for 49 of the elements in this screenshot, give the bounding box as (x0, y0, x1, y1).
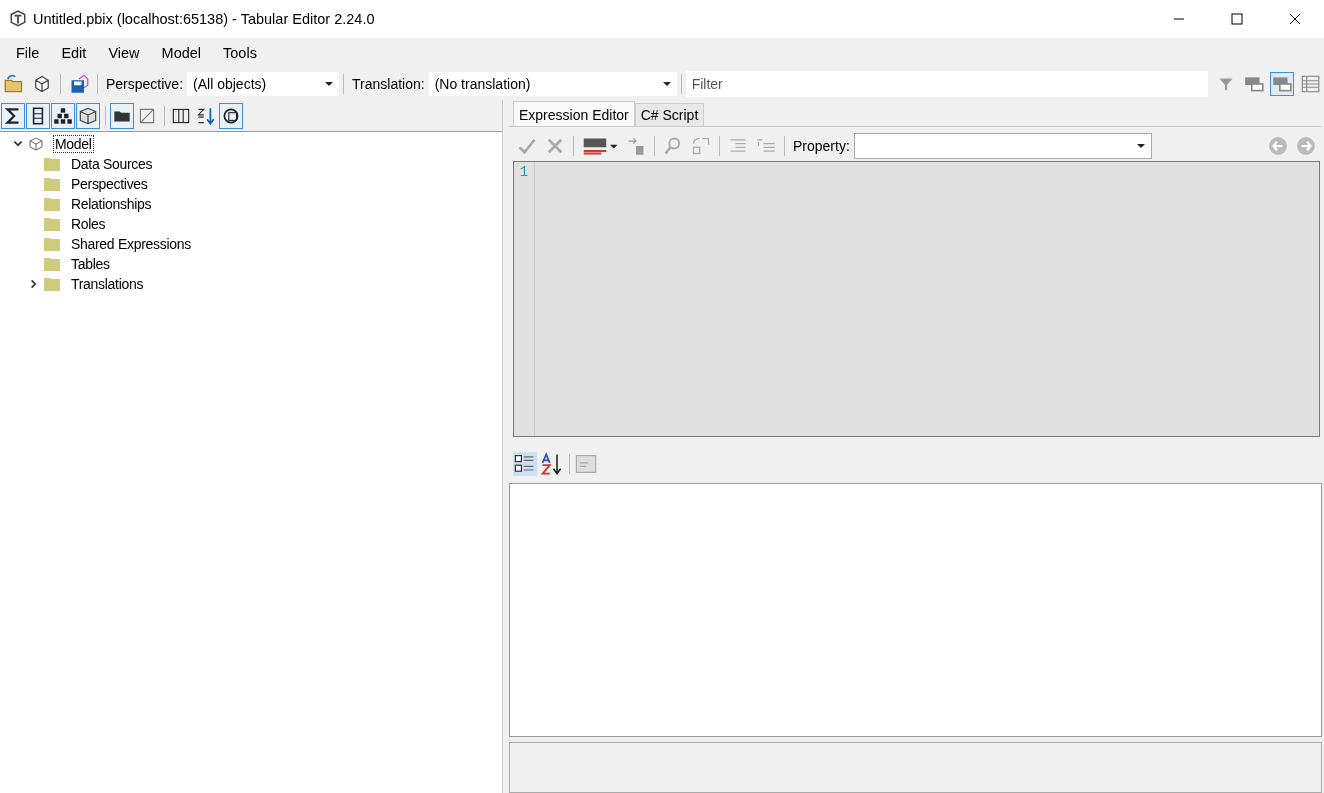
check-icon[interactable] (517, 136, 537, 156)
search-icon[interactable] (663, 136, 683, 156)
sort-alphabetical-icon[interactable] (539, 452, 563, 476)
tab[interactable]: C# Script (634, 103, 705, 126)
folder-icon (43, 256, 61, 272)
tree-item[interactable]: Roles (69, 215, 108, 233)
sigma-icon[interactable] (1, 102, 25, 129)
panel-layout-icon[interactable] (1270, 72, 1294, 96)
tree-item[interactable]: Relationships (69, 195, 154, 213)
menu-item[interactable]: File (5, 45, 51, 61)
cube-icon[interactable] (76, 102, 100, 129)
window-title: Untitled.pbix (localhost:65138) - Tabular Editor 2.24.0 (33, 11, 375, 27)
cube-icon (27, 136, 45, 152)
open-folder-icon[interactable] (4, 74, 24, 94)
folder-icon (43, 216, 61, 232)
perspective-label: Perspective: (106, 76, 184, 92)
folder-icon (43, 156, 61, 172)
tab[interactable]: Expression Editor (513, 101, 635, 126)
menu-item[interactable]: Edit (50, 45, 98, 61)
tree-item[interactable]: Translations (69, 275, 146, 293)
tree-item[interactable]: Shared Expressions (69, 235, 193, 253)
column-icon[interactable] (26, 102, 50, 129)
perspective-dropdown[interactable]: (All objects) (187, 72, 340, 96)
translation-dropdown[interactable]: (No translation) (428, 72, 677, 96)
menu-item[interactable]: Tools (212, 45, 268, 61)
tree-item[interactable]: Model (53, 135, 94, 153)
menu-item[interactable]: View (97, 45, 151, 61)
categorized-icon[interactable] (513, 452, 537, 476)
folder-icon[interactable] (110, 102, 134, 129)
property-pages-icon[interactable] (574, 452, 598, 476)
maximize-icon[interactable] (1231, 13, 1243, 25)
cube-icon[interactable] (32, 74, 52, 94)
folder-icon (43, 236, 61, 252)
translation-label: Translation: (352, 76, 425, 92)
folder-icon (43, 196, 61, 212)
hierarchy-icon[interactable] (51, 102, 75, 129)
property-dropdown[interactable] (853, 133, 1152, 159)
menu-item[interactable]: Model (150, 45, 213, 61)
filter-field[interactable]: Filter (685, 71, 1208, 97)
close-icon[interactable] (1289, 13, 1301, 25)
tree-item[interactable]: Data Sources (69, 155, 155, 173)
tree-item[interactable]: Perspectives (69, 175, 150, 193)
app-icon (9, 10, 27, 28)
property-label: Property: (793, 138, 850, 154)
folder-icon (43, 276, 61, 292)
tree-item[interactable]: Tables (69, 255, 112, 273)
line-number: 1 (519, 164, 529, 180)
folder-icon (43, 176, 61, 192)
save-icon[interactable] (69, 74, 89, 94)
